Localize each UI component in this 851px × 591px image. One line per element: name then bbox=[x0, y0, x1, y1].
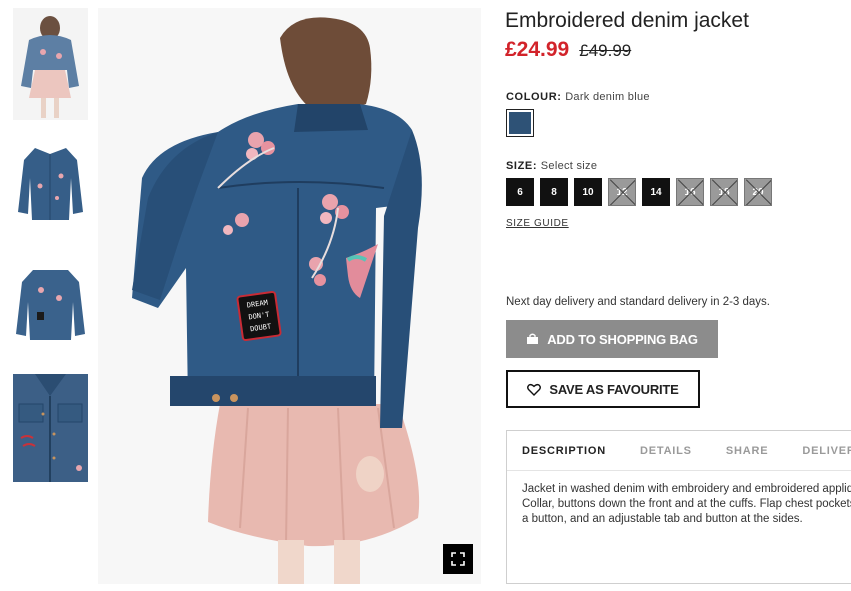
price-row: £24.99 £49.99 bbox=[505, 38, 631, 62]
save-favourite-label: SAVE AS FAVOURITE bbox=[549, 381, 679, 397]
original-price: £49.99 bbox=[579, 41, 632, 60]
colour-label-row: COLOUR: Dark denim blue bbox=[506, 91, 650, 103]
tab-share[interactable]: SHARE bbox=[726, 445, 769, 457]
tab-details[interactable]: DETAILS bbox=[640, 445, 692, 457]
size-option[interactable]: 12 bbox=[608, 178, 636, 206]
size-label: SIZE: bbox=[506, 160, 538, 172]
heart-icon bbox=[527, 383, 542, 396]
colour-label: COLOUR: bbox=[506, 91, 562, 103]
size-placeholder: Select size bbox=[540, 160, 598, 172]
colour-swatch-selected[interactable] bbox=[506, 109, 534, 137]
thumbnail-back-flat[interactable] bbox=[13, 264, 88, 344]
sale-price: £24.99 bbox=[505, 38, 570, 61]
size-option[interactable]: 20 bbox=[744, 178, 772, 206]
expand-image-button[interactable] bbox=[443, 544, 473, 574]
size-option[interactable]: 14 bbox=[642, 178, 670, 206]
size-option[interactable]: 18 bbox=[710, 178, 738, 206]
add-to-bag-button[interactable]: ADD TO SHOPPING BAG bbox=[506, 320, 718, 358]
thumbnail-image bbox=[13, 374, 88, 482]
product-info-tabs: DESCRIPTION DETAILS SHARE DELIVERY Jacke… bbox=[506, 430, 851, 584]
size-option[interactable]: 10 bbox=[574, 178, 602, 206]
thumbnail-front-flat[interactable] bbox=[13, 138, 88, 226]
size-guide-link[interactable]: SIZE GUIDE bbox=[506, 218, 569, 229]
thumbnail-detail-closeup[interactable] bbox=[13, 374, 88, 482]
size-options: 6 8 10 12 14 16 18 20 bbox=[506, 178, 772, 206]
size-option[interactable]: 6 bbox=[506, 178, 534, 206]
save-favourite-button[interactable]: SAVE AS FAVOURITE bbox=[506, 370, 700, 408]
tab-bar: DESCRIPTION DETAILS SHARE DELIVERY bbox=[507, 431, 851, 471]
size-option[interactable]: 8 bbox=[540, 178, 568, 206]
colour-value: Dark denim blue bbox=[565, 91, 650, 103]
add-to-bag-label: ADD TO SHOPPING BAG bbox=[547, 331, 698, 347]
patch: DREAM DON'T DOUBT bbox=[236, 290, 282, 342]
size-option[interactable]: 16 bbox=[676, 178, 704, 206]
thumbnail-image bbox=[13, 138, 88, 226]
tab-delivery[interactable]: DELIVERY bbox=[802, 445, 851, 457]
jacket-back-view-illustration: DREAM DON'T DOUBT bbox=[98, 8, 481, 584]
delivery-info: Next day delivery and standard delivery … bbox=[506, 296, 771, 308]
thumbnail-back-view-model[interactable] bbox=[13, 8, 88, 120]
main-product-image: DREAM DON'T DOUBT bbox=[98, 8, 481, 584]
thumbnail-image bbox=[13, 8, 88, 120]
product-title: Embroidered denim jacket bbox=[505, 9, 749, 32]
tab-description[interactable]: DESCRIPTION bbox=[522, 445, 606, 457]
thumbnail-image bbox=[13, 264, 88, 344]
product-description: Jacket in washed denim with embroidery a… bbox=[522, 483, 851, 525]
colour-swatch-fill bbox=[509, 112, 531, 134]
size-label-row: SIZE: Select size bbox=[506, 160, 597, 172]
expand-icon bbox=[451, 552, 465, 566]
shopping-bag-icon bbox=[527, 333, 539, 344]
